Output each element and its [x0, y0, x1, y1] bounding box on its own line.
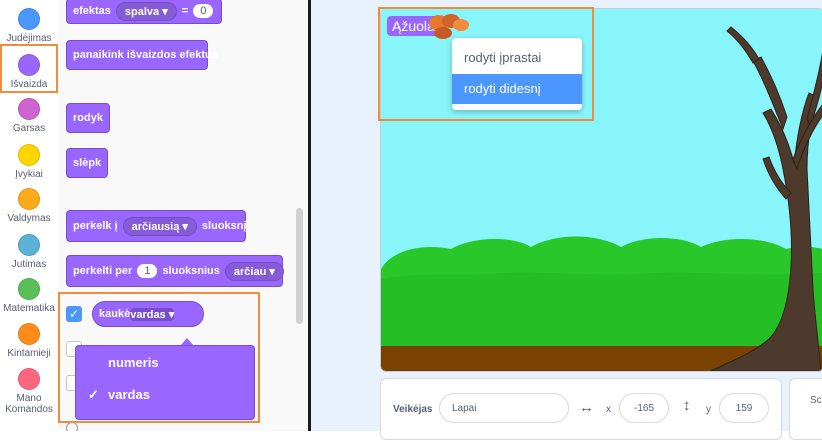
clear-effects-block[interactable]: panaikink išvaizdos efektus	[66, 40, 218, 70]
category-label: Įvykiai	[15, 169, 43, 180]
go-to-prefix: perkelk į	[73, 220, 118, 232]
vertical-arrows-icon: ↕	[683, 397, 691, 414]
palette-scrollbar[interactable]	[296, 208, 303, 324]
effect-eq: =	[181, 5, 189, 17]
costume-dropdown-menu: numeris ✓ vardas	[75, 345, 255, 420]
front-back-dropdown[interactable]: arčiausią ▾	[122, 216, 197, 236]
x-input[interactable]: -165	[619, 393, 669, 423]
check-icon: ✓	[88, 387, 99, 402]
category-label: Garsas	[12, 123, 46, 134]
looks-category-highlight	[0, 44, 58, 93]
my-blocks-dot-icon	[18, 368, 40, 390]
variables-dot-icon	[18, 323, 40, 345]
hide-label: slėpk	[73, 157, 102, 169]
layers-dropdown-value: arčiau	[233, 265, 267, 278]
partial-checkbox	[66, 422, 78, 431]
layers-dropdown[interactable]: arčiau ▾	[224, 261, 284, 281]
category-label: Jutimas	[11, 259, 47, 270]
effect-label: efektas	[73, 5, 111, 17]
effect-dropdown[interactable]: spalva ▾	[115, 1, 177, 21]
motion-dot-icon	[18, 8, 40, 30]
category-label: Matematika	[3, 303, 55, 314]
x-label: x	[606, 404, 611, 415]
category-label: Valdymas	[7, 213, 51, 224]
category-sound[interactable]: Garsas	[0, 98, 58, 134]
sprite-name-input[interactable]: Lapai	[439, 393, 569, 423]
layers-suffix: sluoksnius	[162, 265, 220, 277]
sound-dot-icon	[18, 98, 40, 120]
front-back-value: arčiausią	[131, 220, 180, 233]
go-to-suffix: sluoksnį	[201, 220, 247, 232]
y-input[interactable]: 159	[719, 393, 769, 423]
stage-selector-label: Sc	[810, 395, 822, 406]
y-label: y	[706, 404, 711, 415]
menu-option-number[interactable]: numeris	[76, 348, 254, 378]
horizontal-arrows-icon: ↔	[579, 399, 594, 416]
control-dot-icon	[18, 188, 40, 210]
y-value: 159	[735, 402, 753, 414]
show-label: rodyk	[73, 112, 103, 124]
category-operators[interactable]: Matematika	[0, 278, 58, 314]
effect-reporter-block[interactable]: efektas spalva ▾ = 0	[66, 0, 222, 24]
sprite-menu-highlight	[378, 7, 594, 121]
hide-block[interactable]: slėpk	[66, 148, 108, 178]
layers-value-input[interactable]: 1	[137, 264, 158, 278]
events-dot-icon	[18, 144, 40, 166]
menu-option-name[interactable]: ✓ vardas	[76, 380, 254, 410]
category-label: Mano Komandos	[5, 393, 53, 415]
clear-effects-label: panaikink išvaizdos efektus	[73, 49, 218, 61]
operators-dot-icon	[18, 278, 40, 300]
menu-option-label: numeris	[108, 355, 159, 370]
category-label: Judėjimas	[6, 33, 52, 44]
go-layers-block[interactable]: perkelti per 1 sluoksnius arčiau ▾	[66, 255, 284, 287]
category-my-blocks[interactable]: Mano Komandos	[0, 368, 58, 415]
category-variables[interactable]: Kintamieji	[0, 323, 58, 359]
sprite-field-label: Veikėjas	[393, 404, 433, 415]
sprite-name-value: Lapai	[452, 402, 477, 414]
effect-dropdown-value: spalva	[124, 5, 160, 18]
category-sensing[interactable]: Jutimas	[0, 234, 58, 270]
go-to-layer-block[interactable]: perkelk į arčiausią ▾ sluoksnį	[66, 210, 247, 242]
layers-prefix: perkelti per	[73, 265, 133, 277]
menu-option-label: vardas	[108, 387, 150, 402]
effect-value-input[interactable]: 0	[193, 4, 214, 18]
category-control[interactable]: Valdymas	[0, 188, 58, 224]
category-label: Kintamieji	[7, 348, 51, 359]
category-events[interactable]: Įvykiai	[0, 144, 58, 180]
sensing-dot-icon	[18, 234, 40, 256]
show-block[interactable]: rodyk	[66, 103, 110, 133]
category-motion[interactable]: Judėjimas	[0, 8, 58, 44]
x-value: -165	[633, 402, 654, 414]
